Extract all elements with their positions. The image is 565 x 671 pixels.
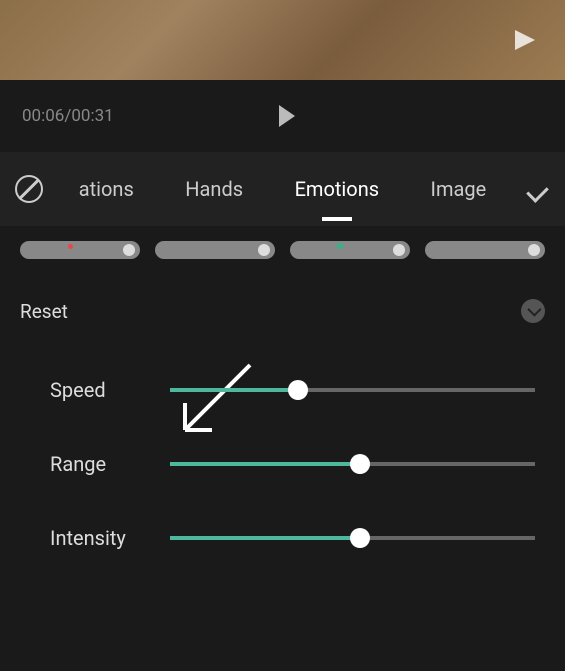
- sliders-panel: Speed Range Intensity: [0, 338, 565, 620]
- slider-label-range: Range: [50, 452, 140, 476]
- emotion-thumbnail-4[interactable]: [425, 241, 545, 259]
- tab-bar: ations Hands Emotions Image: [0, 152, 565, 226]
- none-icon[interactable]: [15, 175, 43, 203]
- collapse-button[interactable]: [521, 299, 545, 323]
- tab-animations[interactable]: ations: [67, 172, 146, 206]
- range-slider[interactable]: [170, 462, 535, 466]
- slider-row-range: Range: [50, 452, 535, 476]
- tabs-container: ations Hands Emotions Image: [53, 172, 512, 206]
- emotion-thumbnail-2[interactable]: [155, 241, 275, 259]
- confirm-icon[interactable]: [522, 175, 550, 203]
- slider-row-speed: Speed: [50, 378, 535, 402]
- slider-label-speed: Speed: [50, 378, 140, 402]
- tab-hands[interactable]: Hands: [173, 172, 255, 206]
- video-preview[interactable]: [0, 0, 565, 80]
- tab-emotions[interactable]: Emotions: [283, 172, 392, 206]
- play-button[interactable]: [279, 105, 295, 127]
- emotion-thumbnail-1[interactable]: [20, 241, 140, 259]
- intensity-slider-thumb[interactable]: [350, 528, 370, 548]
- intensity-slider-fill: [170, 536, 360, 540]
- range-slider-fill: [170, 462, 360, 466]
- thumbnails-row: [0, 226, 565, 274]
- controls-header: Reset: [0, 274, 565, 338]
- time-display: 00:06/00:31: [22, 106, 114, 126]
- range-slider-thumb[interactable]: [350, 454, 370, 474]
- speed-slider-thumb[interactable]: [288, 380, 308, 400]
- slider-label-intensity: Intensity: [50, 526, 140, 550]
- tab-image[interactable]: Image: [419, 172, 499, 206]
- speed-slider[interactable]: [170, 388, 535, 392]
- playback-bar: 00:06/00:31: [0, 80, 565, 152]
- intensity-slider[interactable]: [170, 536, 535, 540]
- speed-slider-fill: [170, 388, 298, 392]
- reset-button[interactable]: Reset: [20, 300, 68, 323]
- emotion-thumbnail-3[interactable]: [290, 241, 410, 259]
- slider-row-intensity: Intensity: [50, 526, 535, 550]
